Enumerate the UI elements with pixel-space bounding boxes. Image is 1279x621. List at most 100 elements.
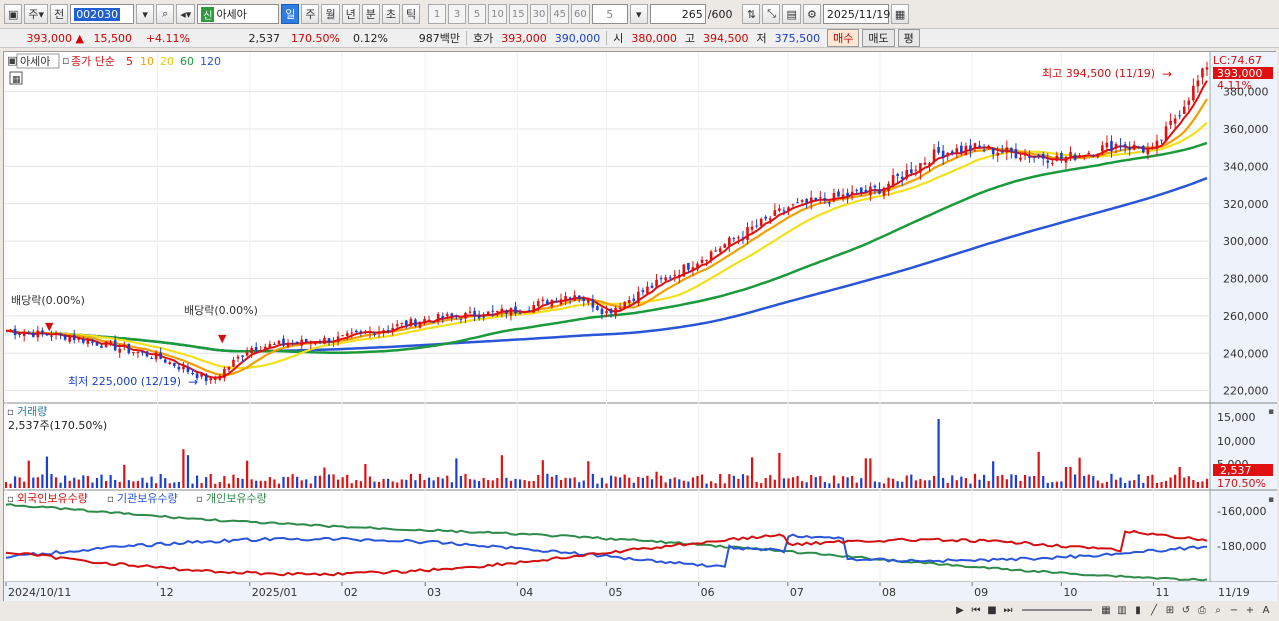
market-select[interactable]: 주 ▾	[24, 4, 49, 24]
interval-60[interactable]: 60	[571, 4, 590, 24]
volume-bar	[246, 460, 249, 488]
volume-bar	[955, 480, 958, 488]
scroll-first-icon[interactable]: ⏮	[970, 604, 982, 616]
scroll-right-icon[interactable]: ▶	[954, 604, 966, 616]
volume-bar	[969, 483, 972, 488]
draw-tool-icon[interactable]: ⤡	[762, 4, 781, 24]
line-type-icon[interactable]: ╱	[1148, 604, 1160, 616]
tab-period-tick[interactable]: 틱	[401, 4, 421, 24]
window-menu-icon[interactable]: ▣	[4, 4, 23, 24]
candle-body	[668, 277, 672, 279]
candle-body	[1160, 139, 1163, 141]
code-dropdown-icon[interactable]: ▾	[136, 4, 155, 24]
volume-bar	[1023, 474, 1027, 488]
volume-bar	[309, 483, 312, 488]
candle-type-icon[interactable]: ▮	[1132, 604, 1144, 616]
interval-input[interactable]: 5	[591, 4, 628, 24]
volume-bar	[641, 477, 644, 488]
search-icon[interactable]: ⌕	[156, 4, 175, 24]
tab-period-week[interactable]: 주	[301, 4, 320, 24]
interval-1[interactable]: 1	[428, 4, 447, 24]
ma5-label[interactable]: 5	[126, 55, 133, 68]
zoom-out-icon[interactable]: −	[1228, 604, 1240, 616]
interval-dropdown-icon[interactable]: ▾	[629, 4, 648, 24]
holding-individual-label[interactable]: 개인보유수량	[206, 492, 267, 505]
interval-3[interactable]: 3	[448, 4, 467, 24]
interval-45[interactable]: 45	[550, 4, 570, 24]
tab-period-month[interactable]: 월	[321, 4, 340, 24]
volume-bar	[282, 476, 285, 488]
zoom-slider[interactable]	[1022, 609, 1092, 611]
stock-name-field[interactable]: 신 아세아	[197, 4, 280, 24]
volume-bar	[95, 478, 99, 488]
candle-body	[9, 330, 12, 332]
candle-body	[218, 375, 222, 380]
volume-bar	[364, 463, 367, 488]
volume-panel-close-icon[interactable]: ▪	[1268, 407, 1274, 417]
holding-foreign-label[interactable]: 외국인보유수량	[17, 492, 88, 505]
volume-bar	[673, 477, 676, 488]
interval-15[interactable]: 15	[508, 4, 528, 24]
candle-body	[36, 330, 40, 338]
interval-5[interactable]: 5	[468, 4, 487, 24]
panel-close-icon[interactable]: ▣	[7, 54, 17, 67]
ma60-label[interactable]: 60	[180, 55, 194, 68]
volume-title[interactable]: 거래량	[17, 405, 47, 418]
interval-10[interactable]: 10	[488, 4, 507, 24]
eval-button[interactable]: 평	[897, 29, 920, 47]
save-icon[interactable]: ▤	[782, 4, 801, 24]
interval-30[interactable]: 30	[529, 4, 549, 24]
chart-canvas[interactable]: ▣ 아세아 ▫ 종가 단순 5 10 20 60 120 ▦ LC:74.67 …	[4, 52, 1277, 602]
candle-body	[1182, 106, 1186, 114]
prev-button[interactable]: 전	[50, 4, 69, 24]
sell-button[interactable]: 매도	[862, 29, 895, 47]
zoom-search-icon[interactable]: ⌕	[1212, 604, 1224, 616]
ma120-label[interactable]: 120	[200, 55, 221, 68]
candle-body	[1000, 152, 1004, 154]
overlay-icon[interactable]: ⊞	[1164, 604, 1176, 616]
candle-body	[577, 295, 581, 300]
holding-panel-close-icon[interactable]: ▪	[1268, 495, 1274, 505]
font-size-icon[interactable]: A	[1260, 604, 1272, 616]
count-input[interactable]: 265	[649, 4, 706, 24]
volume-bar	[305, 479, 308, 488]
grid-icon[interactable]: ▦	[1100, 604, 1112, 616]
volume-bar	[223, 475, 226, 488]
toolbar: ▣ 주 ▾ 전 002030 ▾ ⌕ ◂▾ 신 아세아 일 주 월 년 분 초 틱 …	[0, 2, 1279, 26]
candle-body	[332, 341, 335, 343]
volume-bar	[341, 477, 344, 488]
candle-body	[623, 302, 626, 309]
sound-icon[interactable]: ◂▾	[176, 4, 196, 24]
compare-icon[interactable]: ⇅	[742, 4, 761, 24]
candle-body	[705, 259, 708, 261]
layout-icon[interactable]: ▥	[1116, 604, 1128, 616]
settings-icon[interactable]: ⚙	[802, 4, 821, 24]
volume-panel-icon[interactable]: ▫	[7, 407, 14, 418]
scroll-stop-icon[interactable]: ■	[986, 604, 998, 616]
holding-institution-label[interactable]: 기관보유수량	[117, 492, 178, 505]
date-input[interactable]: 2025/11/19	[822, 4, 890, 24]
tab-period-day[interactable]: 일	[281, 4, 300, 24]
tab-period-second[interactable]: 초	[381, 4, 400, 24]
candle-body	[455, 316, 458, 318]
volume-bar	[427, 477, 431, 488]
buy-button[interactable]: 매수	[827, 29, 860, 47]
ma20-label[interactable]: 20	[160, 55, 174, 68]
tab-period-year[interactable]: 년	[341, 4, 360, 24]
stock-code-input[interactable]: 002030	[70, 4, 135, 24]
ma10-label[interactable]: 10	[140, 55, 154, 68]
holding-panel-icon[interactable]: ▫	[7, 494, 14, 505]
volume-bar	[186, 455, 190, 488]
calendar-icon[interactable]: ▦	[890, 4, 910, 24]
tab-period-minute[interactable]: 분	[361, 4, 380, 24]
reset-icon[interactable]: ↺	[1180, 604, 1192, 616]
chart-area[interactable]: ▣ 아세아 ▫ 종가 단순 5 10 20 60 120 ▦ LC:74.67 …	[3, 51, 1277, 602]
legend-label[interactable]: 종가 단순	[71, 55, 115, 68]
volume-bar	[832, 475, 836, 488]
print-icon[interactable]: ⎙	[1196, 604, 1208, 616]
volume-bar	[182, 449, 185, 488]
volume-bar	[1028, 476, 1031, 488]
zoom-in-icon[interactable]: +	[1244, 604, 1256, 616]
volume-bar	[1133, 480, 1136, 488]
scroll-last-icon[interactable]: ⏭	[1002, 604, 1014, 616]
